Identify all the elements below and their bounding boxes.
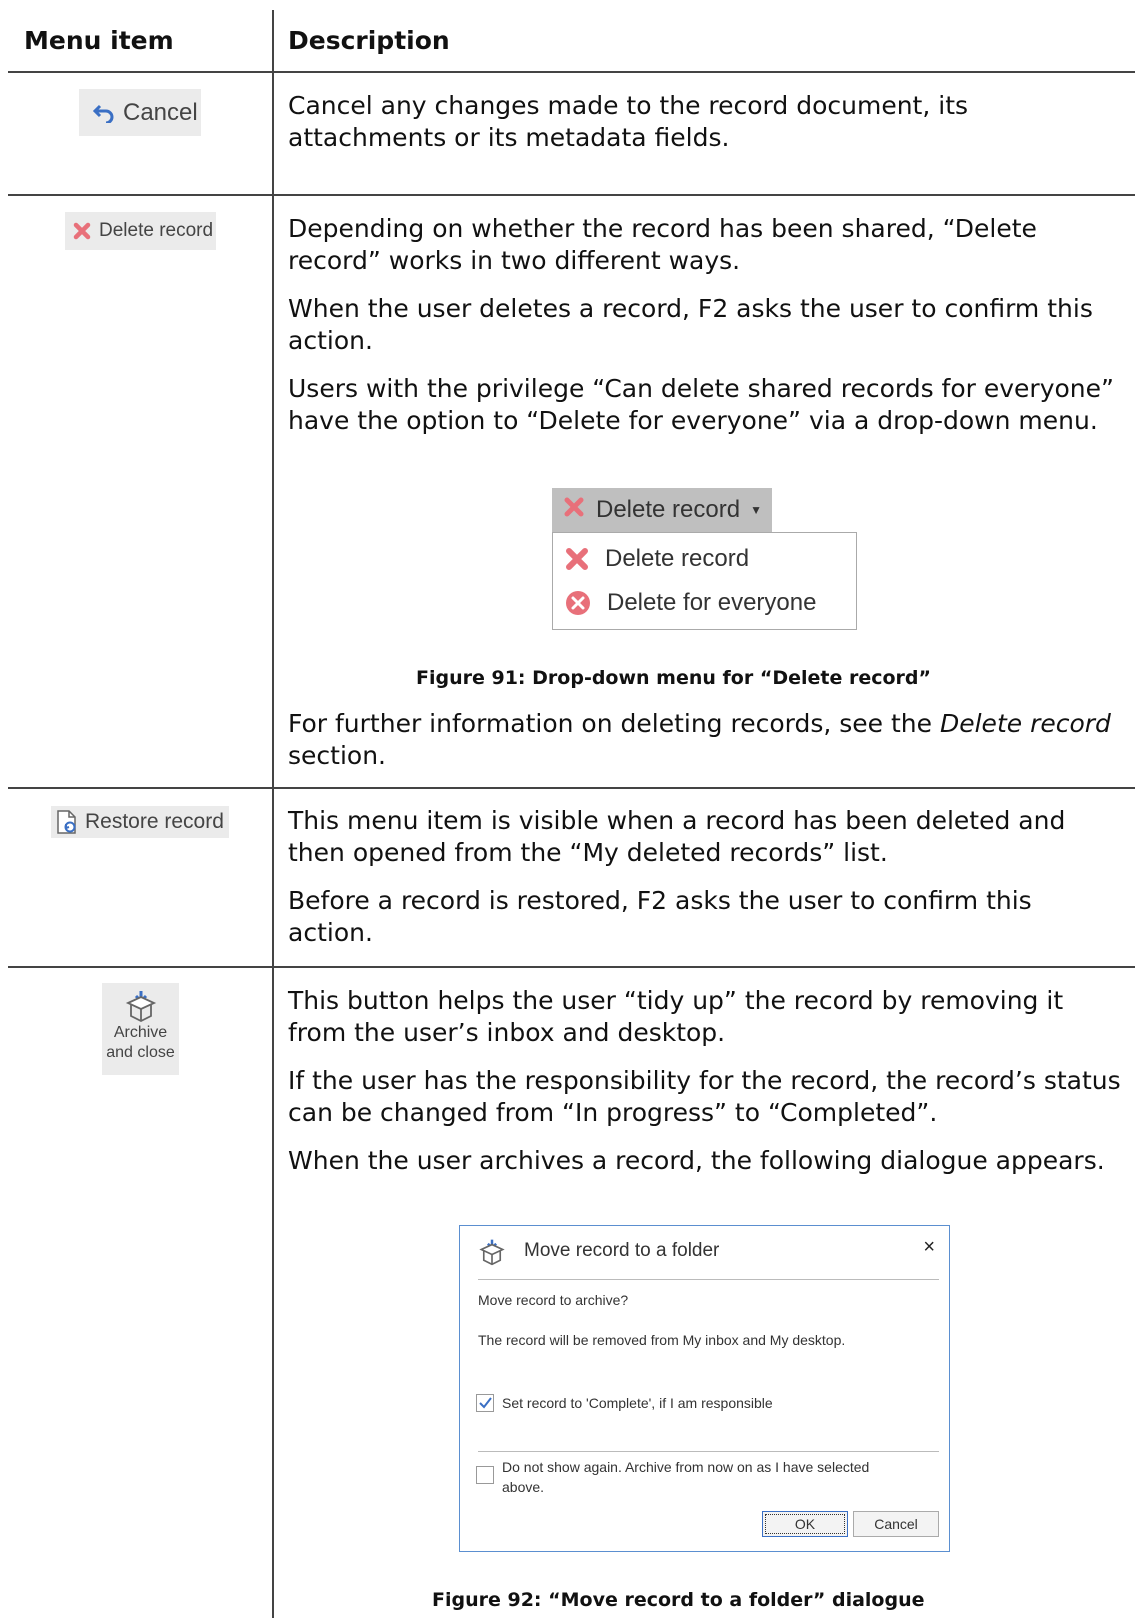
ok-button[interactable]: OK — [762, 1511, 848, 1537]
archive-description: This button helps the user “tidy up” the… — [288, 986, 1121, 1175]
dialog-cancel-button[interactable]: Cancel — [853, 1511, 939, 1537]
figure-91-caption: Figure 91: Drop-down menu for “Delete re… — [416, 667, 931, 689]
close-icon[interactable]: × — [923, 1236, 935, 1259]
restore-document-icon — [55, 809, 79, 835]
dropdown-button-label: Delete record — [596, 496, 741, 523]
undo-icon — [93, 103, 115, 123]
delete-record-section-link: Delete record — [939, 709, 1111, 738]
delete-record-dropdown-button[interactable]: Delete record ▼ — [552, 488, 772, 532]
do-not-show-label-line2: above. — [502, 1479, 545, 1495]
restore-description: This menu item is visible when a record … — [288, 806, 1066, 947]
archive-and-close-button[interactable]: Archive and close — [102, 983, 179, 1075]
do-not-show-label-line1: Do not show again. Archive from now on a… — [502, 1459, 870, 1475]
delete-further-info: For further information on deleting reco… — [288, 709, 1111, 770]
delete-x-icon — [566, 548, 588, 570]
header-divider — [8, 71, 1135, 73]
caret-down-icon: ▼ — [750, 503, 762, 517]
row-divider — [8, 966, 1135, 968]
checkmark-icon — [479, 1397, 492, 1409]
header-description: Description — [288, 26, 450, 55]
dialog-question: Move record to archive? — [478, 1292, 629, 1308]
menu-item-delete-for-everyone[interactable]: Delete for everyone — [565, 589, 816, 617]
dialog-divider — [478, 1279, 939, 1280]
dialog-divider — [478, 1451, 939, 1452]
archive-label-line2: and close — [106, 1044, 175, 1061]
menu-item-delete-record[interactable]: Delete record — [565, 545, 749, 573]
archive-box-icon — [478, 1238, 506, 1271]
complete-checkbox[interactable] — [476, 1394, 494, 1412]
delete-record-button[interactable]: Delete record — [65, 212, 216, 250]
cancel-button[interactable]: Cancel — [79, 89, 201, 136]
figure-92-caption: Figure 92: “Move record to a folder” dia… — [432, 1589, 925, 1611]
delete-circle-icon — [566, 591, 590, 615]
column-divider — [272, 10, 274, 1618]
cancel-description: Cancel any changes made to the record do… — [288, 91, 969, 152]
archive-box-icon — [124, 989, 158, 1023]
header-menu-item: Menu item — [24, 26, 174, 55]
delete-x-icon — [73, 222, 91, 240]
delete-dropdown-menu: Delete record Delete for everyone — [552, 532, 857, 630]
delete-description: Depending on whether the record has been… — [288, 214, 1114, 435]
delete-x-icon — [564, 496, 584, 524]
move-record-dialog: Move record to a folder × Move record to… — [459, 1225, 950, 1552]
dialog-title: Move record to a folder — [524, 1240, 720, 1261]
dialog-info: The record will be removed from My inbox… — [478, 1332, 846, 1348]
complete-checkbox-label: Set record to 'Complete', if I am respon… — [502, 1395, 773, 1411]
archive-label-line1: Archive — [113, 1024, 168, 1041]
delete-record-button-label: Delete record — [99, 220, 214, 241]
do-not-show-checkbox[interactable] — [476, 1466, 494, 1484]
restore-record-button-label: Restore record — [85, 810, 224, 833]
restore-record-button[interactable]: Restore record — [51, 806, 229, 838]
cancel-button-label: Cancel — [123, 98, 198, 126]
row-divider — [8, 194, 1135, 196]
